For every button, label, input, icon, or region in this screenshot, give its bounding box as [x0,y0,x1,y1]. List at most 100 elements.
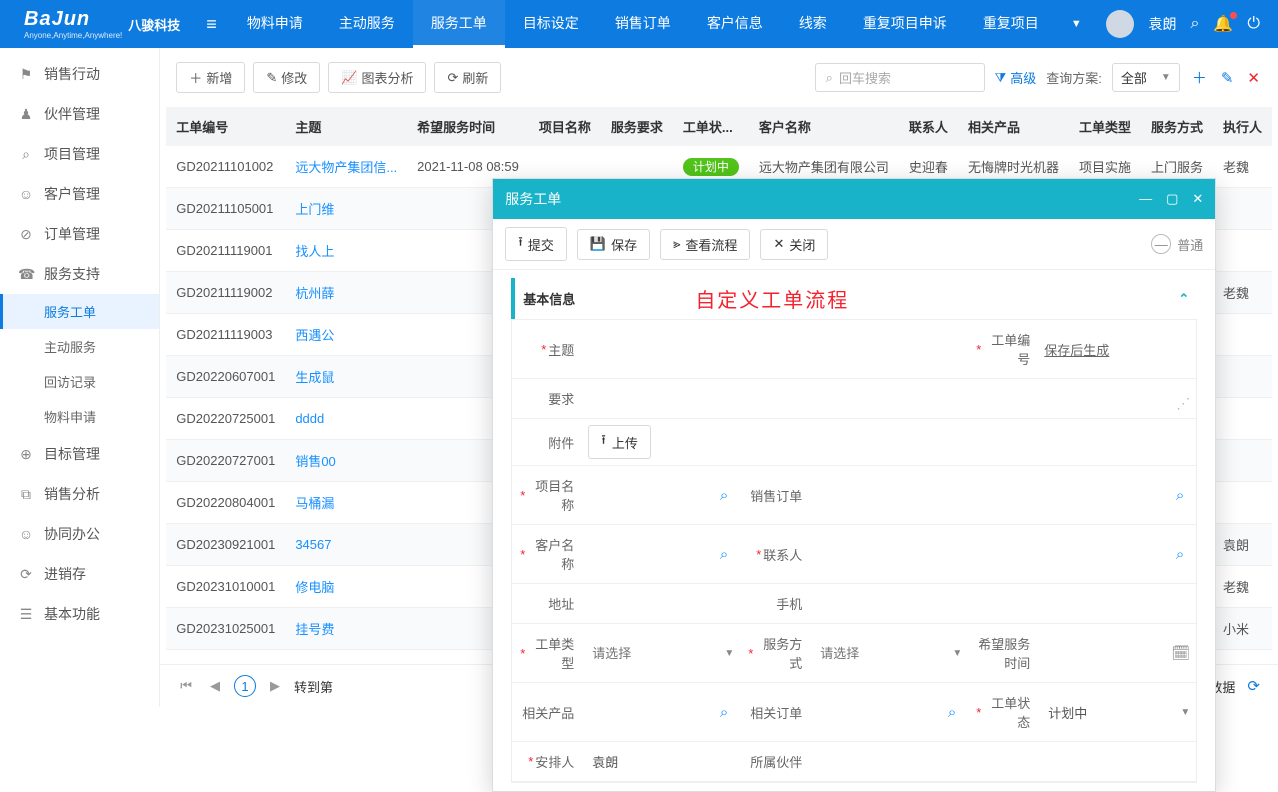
advanced-filter[interactable]: ⧩高级 [995,68,1037,87]
nav-item[interactable]: 线索 [781,0,845,48]
sidebar-item[interactable]: ⊘订单管理 [0,214,159,254]
lookup-icon[interactable]: ⌕ [1170,546,1190,563]
arranger-input[interactable] [588,750,734,773]
nav-item[interactable]: 重复项目 [965,0,1057,48]
project-input[interactable] [588,484,714,507]
salesorder-input[interactable] [816,484,1170,507]
nav-more-icon[interactable]: ▼ [1057,18,1096,30]
sidebar-item[interactable]: ⚑销售行动 [0,54,159,94]
close-button[interactable]: ✕关闭 [760,229,828,260]
column-header[interactable]: 相关产品 [958,107,1069,146]
cell: 西遇公 [285,314,407,356]
sidebar-subitem[interactable]: 回访记录 [0,364,159,399]
pager-next-icon[interactable]: ▶ [266,678,284,694]
search-icon[interactable]: ⌕ [1190,15,1199,33]
scheme-add-icon[interactable]: ＋ [1190,67,1209,88]
power-icon[interactable]: ⏻ [1247,15,1260,33]
pager-refresh-icon[interactable]: ⟳ [1245,677,1262,695]
sidebar-item[interactable]: ♟伙伴管理 [0,94,159,134]
submit-button[interactable]: ⭱提交 [505,227,567,261]
sidebar-item[interactable]: ⟳进销存 [0,554,159,594]
close-icon[interactable]: ✕ [1192,191,1203,207]
column-header[interactable]: 工单编号 [166,107,285,146]
sidebar-item[interactable]: ⊕目标管理 [0,434,159,474]
phone-input[interactable] [816,592,1190,615]
sidebar-item[interactable]: ☺客户管理 [0,174,159,214]
mode-label[interactable]: 普通 [1177,235,1203,254]
status-select[interactable] [1044,701,1180,724]
sidebar-subitem[interactable]: 物料申请 [0,399,159,434]
top-nav: 物料申请主动服务服务工单目标设定销售订单客户信息线索重复项目申诉重复项目 [229,0,1057,48]
lookup-icon[interactable]: ⌕ [1170,487,1190,504]
scheme-select[interactable]: 全部▼ [1112,63,1180,92]
column-header[interactable]: 工单类型 [1069,107,1141,146]
lookup-icon[interactable]: ⌕ [942,704,962,721]
maximize-icon[interactable]: ▢ [1166,191,1178,207]
column-header[interactable]: 服务方式 [1141,107,1213,146]
username[interactable]: 袁朗 [1148,14,1176,34]
sidebar-item[interactable]: ⧉销售分析 [0,474,159,514]
wish-date-input[interactable] [1044,642,1171,665]
pager-first-icon[interactable]: ⏮ [176,678,196,694]
refresh-button[interactable]: ⟳ 刷新 [434,62,501,93]
chart-button[interactable]: 📈 图表分析 [328,62,426,93]
nav-item[interactable]: 目标设定 [505,0,597,48]
scheme-delete-icon[interactable]: ✕ [1245,69,1262,87]
column-header[interactable]: 客户名称 [749,107,899,146]
column-header[interactable]: 希望服务时间 [407,107,529,146]
modal-header[interactable]: 服务工单 — ▢ ✕ [493,179,1215,219]
pager-prev-icon[interactable]: ◀ [206,678,224,694]
column-header[interactable]: 项目名称 [529,107,601,146]
column-header[interactable]: 执行人 [1213,107,1272,146]
menu-toggle-icon[interactable]: ≡ [194,14,229,35]
column-header[interactable]: 主题 [285,107,407,146]
lookup-icon[interactable]: ⌕ [714,546,734,563]
save-button[interactable]: 💾保存 [577,229,650,260]
nav-item[interactable]: 服务工单 [413,0,505,48]
mode-icon[interactable]: — [1151,234,1171,254]
svcmode-select[interactable] [816,642,952,665]
nav-item[interactable]: 客户信息 [689,0,781,48]
collapse-icon[interactable]: ⌃ [1178,291,1189,307]
wtype-select[interactable] [588,642,724,665]
nav-item[interactable]: 销售订单 [597,0,689,48]
scheme-edit-icon[interactable]: ✎ [1219,69,1236,87]
pager-current[interactable]: 1 [234,675,256,697]
address-input[interactable] [588,592,734,615]
add-button[interactable]: ＋ 新增 [176,62,245,93]
sidebar-subitem[interactable]: 服务工单 [0,294,159,329]
partner-input[interactable] [816,750,1190,773]
sidebar-item[interactable]: ⌕项目管理 [0,134,159,174]
nav-item[interactable]: 主动服务 [321,0,413,48]
search-input[interactable]: ⌕ 回车搜索 [815,63,985,92]
upload-button[interactable]: ⭱上传 [588,425,651,459]
requirement-input[interactable] [588,387,1176,410]
topic-input[interactable] [588,338,962,361]
chevron-down-icon[interactable]: ▼ [724,648,734,659]
sidebar-item[interactable]: ☰基本功能 [0,594,159,634]
avatar[interactable] [1106,10,1134,38]
column-header[interactable]: 服务要求 [601,107,673,146]
chevron-down-icon[interactable]: ▼ [1180,707,1190,718]
minimize-icon[interactable]: — [1139,191,1152,207]
lookup-icon[interactable]: ⌕ [714,704,734,721]
product-input[interactable] [588,701,714,724]
nav-item[interactable]: 重复项目申诉 [845,0,965,48]
calendar-icon[interactable]: 🗓 [1171,644,1190,662]
customer-input[interactable] [588,543,714,566]
sidebar-subitem[interactable]: 主动服务 [0,329,159,364]
edit-button[interactable]: ✎ 修改 [253,62,320,93]
section-header[interactable]: 基本信息 自定义工单流程 ⌃ [511,278,1197,319]
nav-item[interactable]: 物料申请 [229,0,321,48]
lookup-icon[interactable]: ⌕ [714,487,734,504]
contact-input[interactable] [816,543,1170,566]
relorder-input[interactable] [816,701,942,724]
sidebar-item[interactable]: ☺协同办公 [0,514,159,554]
sidebar-item[interactable]: ☎服务支持 [0,254,159,294]
column-header[interactable]: 工单状... [673,107,749,146]
chevron-down-icon[interactable]: ▼ [952,648,962,659]
column-header[interactable]: 联系人 [899,107,958,146]
resize-icon[interactable]: ⋰ [1176,395,1190,412]
view-flow-button[interactable]: ⪢查看流程 [660,229,750,260]
bell-icon[interactable]: 🔔 [1213,14,1233,34]
